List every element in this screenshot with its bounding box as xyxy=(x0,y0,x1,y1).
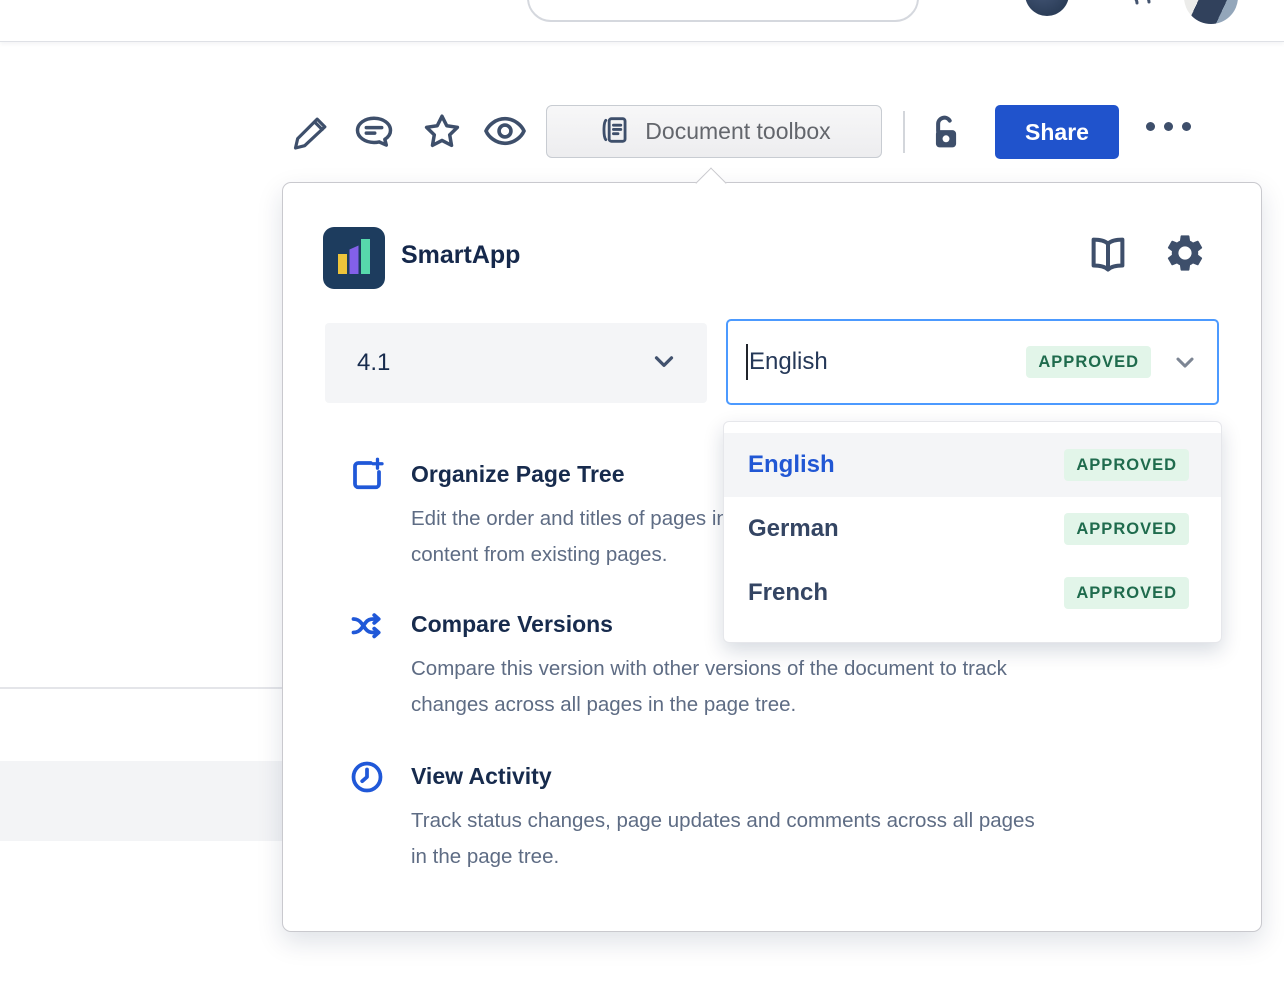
version-select-value: 4.1 xyxy=(357,349,390,377)
language-combobox-value: English xyxy=(749,348,1026,376)
language-option-label: French xyxy=(748,579,1064,607)
star-icon xyxy=(420,142,464,157)
page-add-icon xyxy=(349,457,385,493)
toolbar-divider xyxy=(903,111,905,153)
bar-chart-logo-icon xyxy=(323,227,385,289)
chevron-down-icon xyxy=(649,346,679,381)
comments-button[interactable] xyxy=(352,110,396,154)
speech-bubble-icon xyxy=(352,142,396,157)
language-option-label: English xyxy=(748,451,1064,479)
smartapp-logo xyxy=(323,227,385,289)
watch-eye-button[interactable] xyxy=(481,108,529,154)
favorite-star-button[interactable] xyxy=(420,110,464,154)
help-icon[interactable] xyxy=(1130,0,1152,8)
language-combobox[interactable]: English APPROVED xyxy=(726,319,1219,405)
status-badge: APPROVED xyxy=(1064,449,1189,482)
shuffle-arrows-icon xyxy=(349,607,385,643)
clock-icon xyxy=(349,759,385,795)
avatar[interactable] xyxy=(1184,0,1238,24)
version-select[interactable]: 4.1 xyxy=(325,323,707,403)
status-badge: APPROVED xyxy=(1026,346,1151,379)
edit-button[interactable] xyxy=(292,112,332,152)
document-toolbox-popup: SmartApp 4.1 English xyxy=(282,182,1262,932)
settings-button[interactable] xyxy=(1163,231,1207,275)
document-icon xyxy=(597,113,631,150)
menu-item-title: View Activity xyxy=(411,759,1169,793)
language-option-german[interactable]: German APPROVED xyxy=(724,497,1221,561)
avatar[interactable] xyxy=(1025,0,1069,16)
language-option-english[interactable]: English APPROVED xyxy=(724,433,1221,497)
chevron-down-icon xyxy=(1171,348,1199,376)
open-book-icon xyxy=(1085,265,1131,280)
more-actions-button[interactable] xyxy=(1146,122,1191,131)
search-input[interactable] xyxy=(527,0,919,22)
language-listbox: English APPROVED German APPROVED French … xyxy=(723,421,1222,643)
popup-title: SmartApp xyxy=(401,241,520,270)
open-padlock-icon xyxy=(922,142,966,157)
text-cursor xyxy=(746,344,748,380)
eye-icon xyxy=(481,142,529,157)
page-comment-bar xyxy=(0,761,284,841)
pencil-icon xyxy=(292,140,332,155)
unlock-button[interactable] xyxy=(922,110,966,154)
ellipsis-icon xyxy=(1146,122,1191,131)
documentation-button[interactable] xyxy=(1085,231,1131,277)
language-option-label: German xyxy=(748,515,1064,543)
language-option-french[interactable]: French APPROVED xyxy=(724,561,1221,625)
confluence-page: Document toolbox Share SmartApp xyxy=(0,0,1284,1006)
share-button[interactable]: Share xyxy=(995,105,1119,159)
gear-icon xyxy=(1163,263,1207,278)
menu-item-description: Compare this version with other versions… xyxy=(411,651,1169,723)
page-divider xyxy=(0,687,300,689)
status-badge: APPROVED xyxy=(1064,577,1189,610)
document-toolbox-button[interactable]: Document toolbox xyxy=(546,105,882,158)
document-toolbox-label: Document toolbox xyxy=(645,120,830,143)
menu-item-description: Track status changes, page updates and c… xyxy=(411,803,1169,875)
top-navigation-bar xyxy=(0,0,1284,42)
menu-item-view-activity[interactable]: View Activity Track status changes, page… xyxy=(349,759,1169,875)
status-badge: APPROVED xyxy=(1064,513,1189,546)
